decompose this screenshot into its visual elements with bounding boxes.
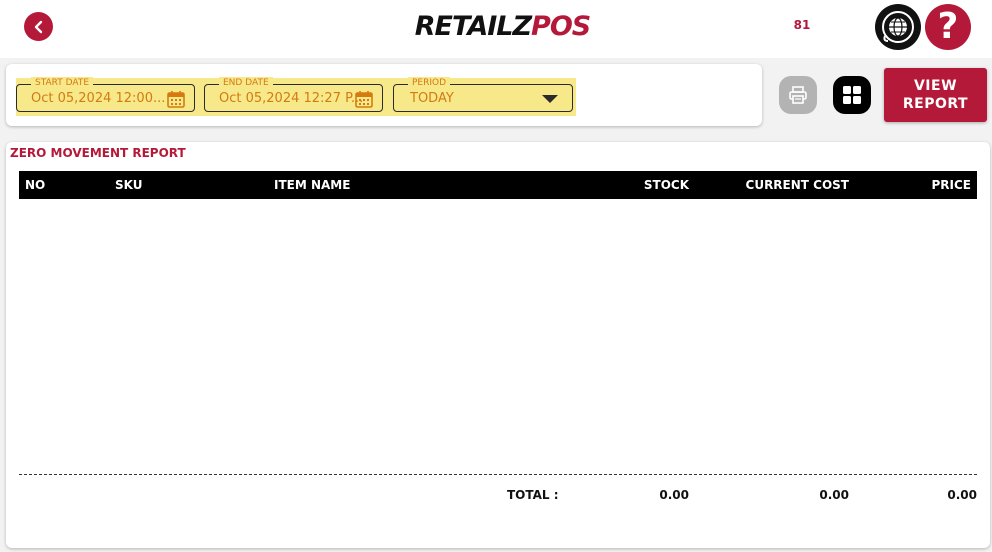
column-header-sku: SKU <box>115 178 143 192</box>
total-stock: 0.00 <box>659 488 689 502</box>
end-date-label: END DATE <box>219 77 273 89</box>
help-button[interactable]: ? <box>925 4 971 50</box>
app-logo: RETAILZPOS <box>0 10 992 44</box>
logo-text-accent: POS <box>531 11 591 42</box>
help-icon: ? <box>937 6 959 47</box>
view-report-button[interactable]: VIEW REPORT <box>884 68 987 122</box>
calendar-icon[interactable] <box>355 90 373 108</box>
globe-button[interactable] <box>875 4 921 50</box>
totals-divider <box>19 474 977 475</box>
period-value: TODAY <box>410 91 454 106</box>
print-button[interactable] <box>779 76 817 114</box>
end-date-field[interactable]: END DATE Oct 05,2024 12:27 P... <box>204 77 383 112</box>
end-date-value: Oct 05,2024 12:27 P... <box>219 91 364 106</box>
filter-panel: START DATE Oct 05,2024 12:00... END DATE… <box>6 64 762 126</box>
logo-text-primary: RETAILZ <box>414 11 532 42</box>
start-date-value: Oct 05,2024 12:00... <box>31 91 166 106</box>
calendar-icon[interactable] <box>167 90 185 108</box>
counter-badge: 81 <box>793 18 811 32</box>
column-header-price: PRICE <box>931 178 971 192</box>
app-header: RETAILZPOS 81 ? <box>0 0 992 58</box>
column-header-stock: STOCK <box>643 178 689 192</box>
report-title: ZERO MOVEMENT REPORT <box>10 146 186 160</box>
period-label: PERIOD <box>408 77 451 89</box>
column-header-current-cost: CURRENT COST <box>745 178 849 192</box>
report-panel: ZERO MOVEMENT REPORT NO SKU ITEM NAME ST… <box>6 142 990 548</box>
grid-view-button[interactable] <box>833 76 871 114</box>
grid-icon <box>843 86 861 104</box>
view-report-label-line2: REPORT <box>902 96 969 112</box>
table-header: NO SKU ITEM NAME STOCK CURRENT COST PRIC… <box>19 171 977 199</box>
column-header-no: NO <box>25 178 46 192</box>
start-date-field[interactable]: START DATE Oct 05,2024 12:00... <box>16 77 195 112</box>
chevron-down-icon <box>542 95 558 103</box>
printer-icon <box>789 86 807 104</box>
start-date-label: START DATE <box>31 77 94 89</box>
column-header-item-name: ITEM NAME <box>274 178 351 192</box>
globe-icon <box>882 11 914 43</box>
period-select[interactable]: PERIOD TODAY <box>393 77 573 112</box>
total-label: TOTAL : <box>507 488 559 502</box>
total-price: 0.00 <box>947 488 977 502</box>
total-current-cost: 0.00 <box>819 488 849 502</box>
view-report-label-line1: VIEW <box>913 78 958 94</box>
